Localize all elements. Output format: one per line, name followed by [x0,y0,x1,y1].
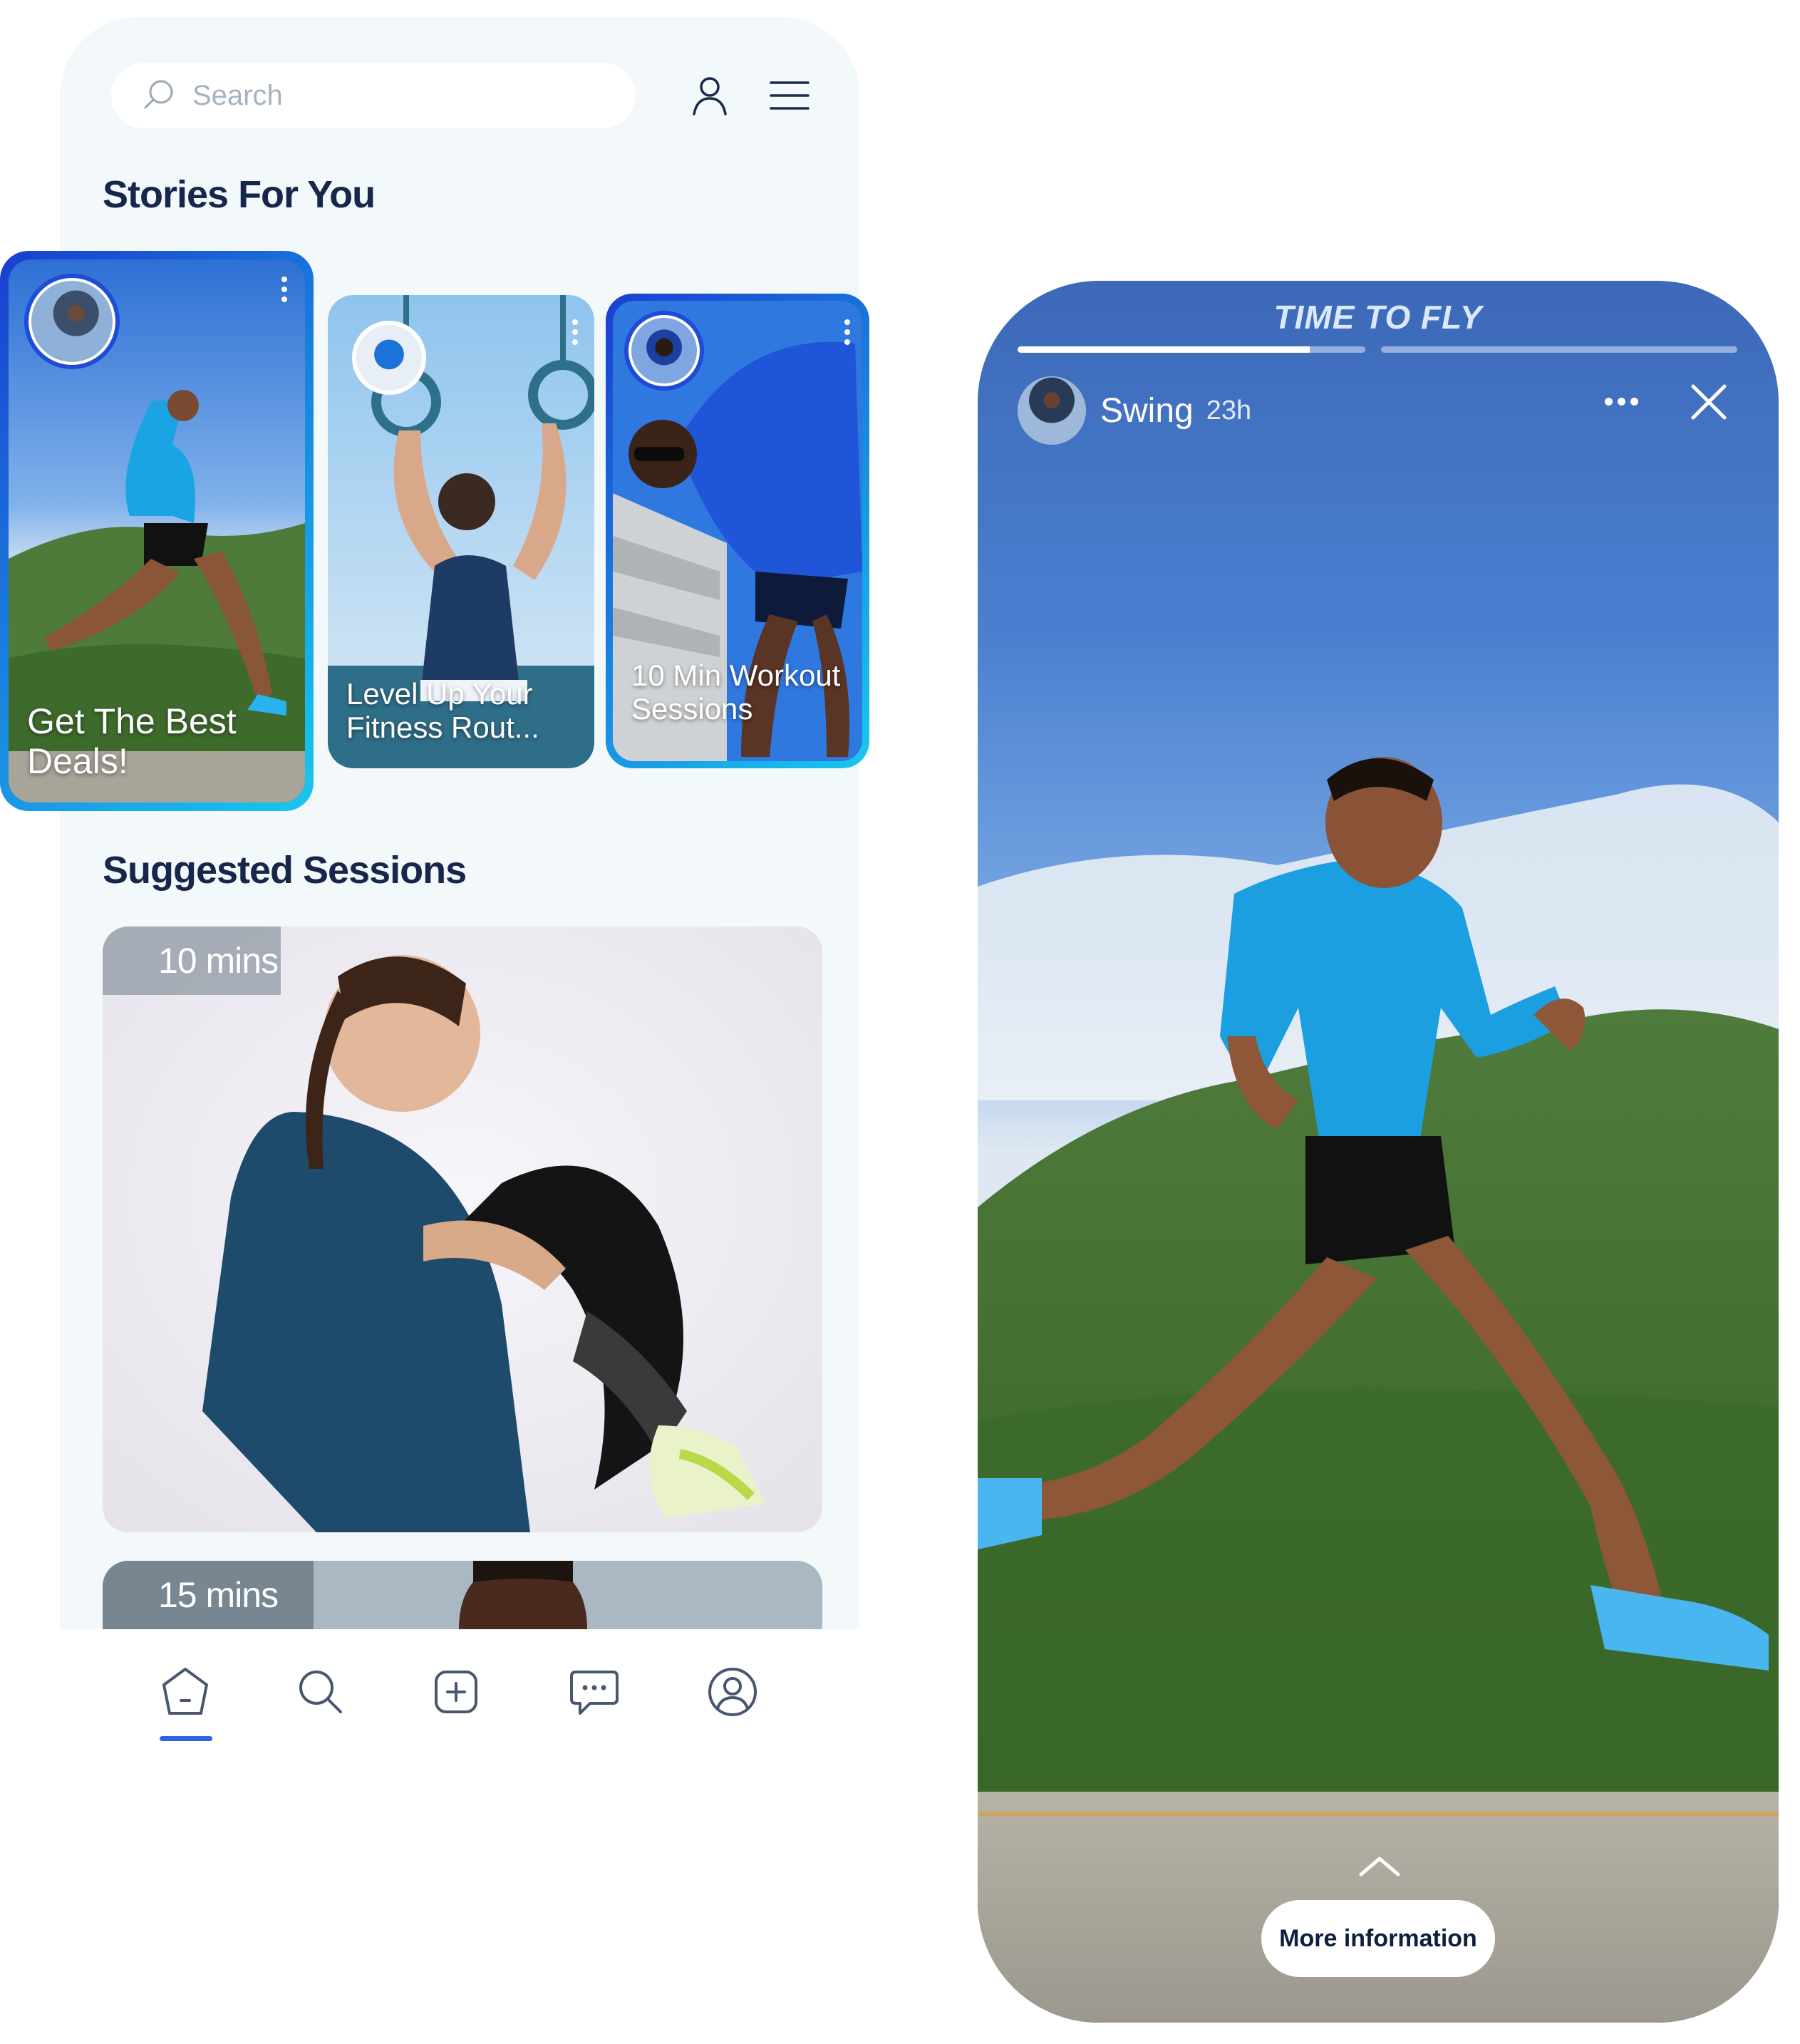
hamburger-menu-icon[interactable] [767,73,812,118]
story-caption: Level Up Your Fitness Rout... [346,677,539,745]
more-vertical-icon[interactable] [570,319,580,345]
profile-icon[interactable] [704,1663,761,1720]
story-card[interactable]: 10 Min Workout Sessions [606,294,869,768]
story-card[interactable]: Level Up Your Fitness Rout... [328,295,594,768]
search-icon[interactable] [292,1663,349,1720]
brand-logo-text: TIME TO FLY [1273,299,1483,336]
search-icon [141,76,177,115]
home-icon[interactable] [157,1663,214,1720]
bottom-nav [60,1629,859,1786]
more-vertical-icon[interactable] [842,319,852,345]
add-icon[interactable] [428,1663,485,1720]
close-icon[interactable] [1689,382,1729,422]
post-time: 23h [1206,395,1252,425]
story-photo [978,281,1779,2023]
sessions-title: Suggested Sessions [103,849,467,892]
session-card[interactable]: 15 mins [103,1561,822,1629]
story-caption: Get The Best Deals! [27,701,237,781]
chevron-up-icon[interactable] [1358,1854,1401,1877]
duration-badge: 10 mins [103,926,281,995]
active-tab-indicator [160,1736,212,1741]
avatar [624,311,704,391]
chat-icon[interactable] [566,1663,623,1720]
search-bar[interactable]: Search [111,63,636,128]
story-caption: 10 Min Workout Sessions [631,659,841,726]
stories-title: Stories For You [103,173,376,216]
story-progress-bar [1381,346,1737,353]
duration-badge: 15 mins [103,1561,314,1629]
avatar [352,321,426,395]
user-icon[interactable] [687,73,733,118]
story-viewer[interactable]: TIME TO FLY Swing 23h More information [978,281,1779,2023]
story-card[interactable]: Get The Best Deals! [0,251,314,811]
session-photo [103,926,822,1532]
session-card[interactable]: 10 mins [103,926,822,1532]
author-name: Swing [1100,391,1194,430]
avatar [1018,376,1086,445]
more-information-button[interactable]: More information [1261,1900,1495,1977]
more-vertical-icon[interactable] [279,277,289,302]
avatar [24,274,120,369]
more-options-icon[interactable] [1605,398,1638,406]
story-author[interactable]: Swing 23h [1018,376,1251,445]
search-placeholder: Search [192,79,283,111]
story-progress-bar [1018,346,1365,353]
